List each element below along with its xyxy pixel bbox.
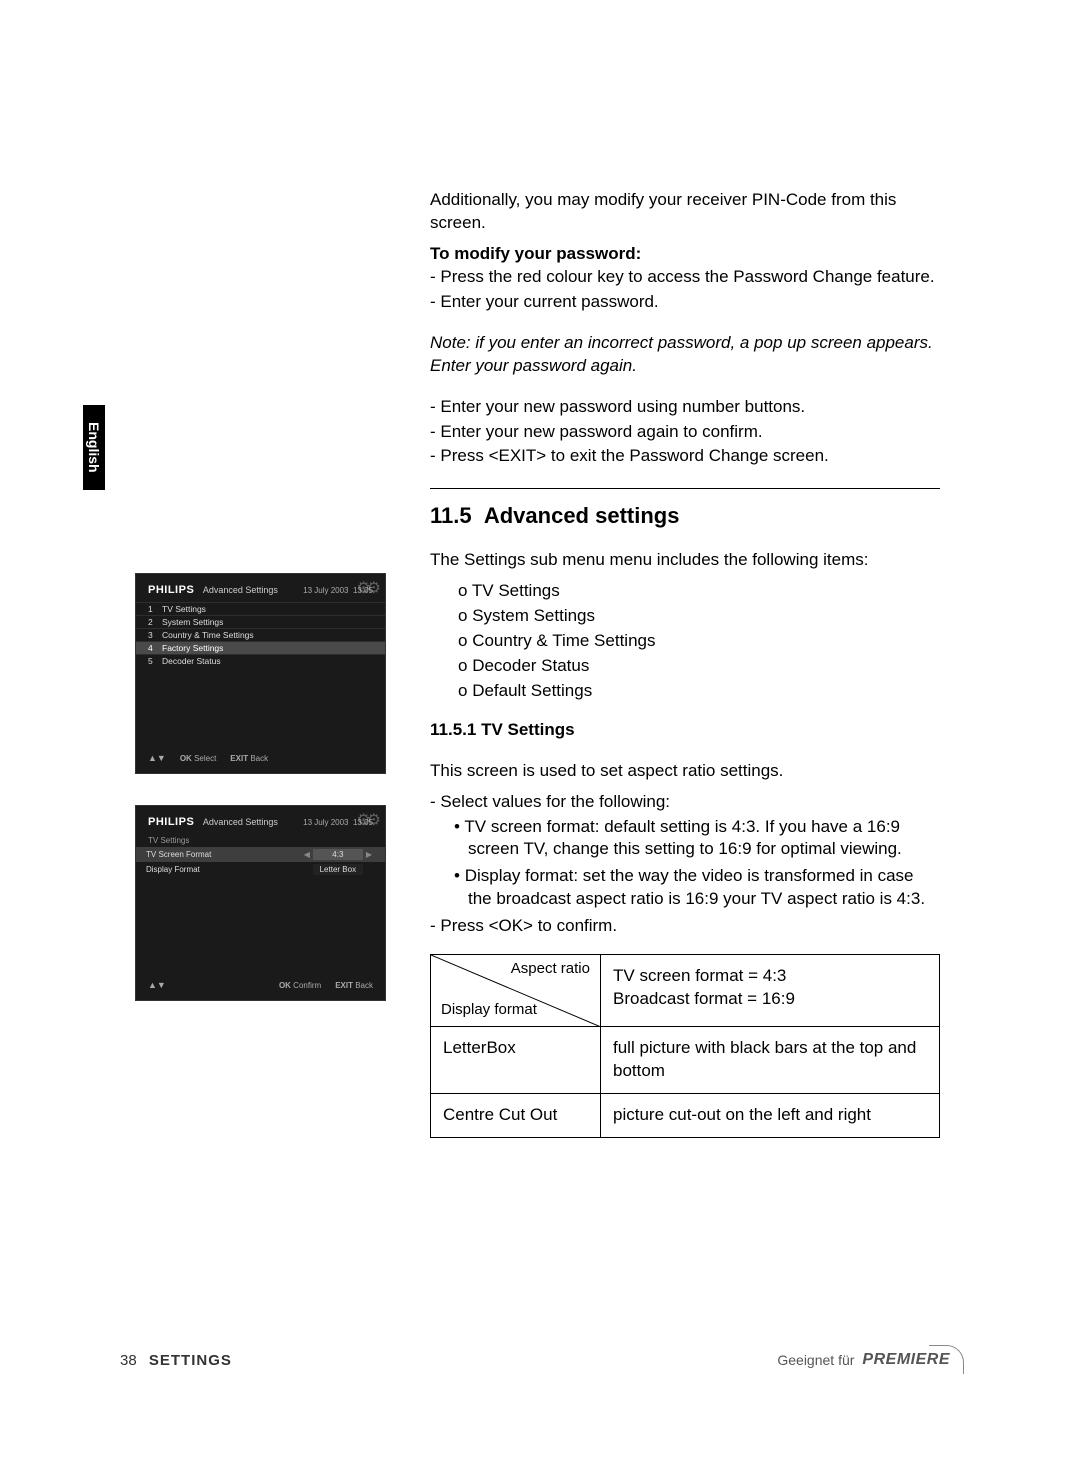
right-arrow-icon: ▶: [363, 850, 375, 859]
tv-screen-format-line: TV screen format = 4:3: [613, 966, 786, 985]
diag-bot-label: Display format: [441, 1000, 537, 1020]
ss1-date: 13 July 2003: [303, 586, 348, 595]
ss1-brand: PHILIPS: [148, 584, 194, 596]
list-item: Decoder Status: [458, 655, 940, 678]
ss2-opt2-val: Letter Box: [313, 864, 363, 875]
diag-top-label: Aspect ratio: [511, 959, 590, 979]
list-item: Country & Time Settings: [458, 630, 940, 653]
geeignet-label: Geeignet für: [777, 1352, 854, 1368]
menu-row: 1TV Settings: [136, 602, 385, 615]
updown-icon: ▲▼: [148, 753, 166, 763]
menu-row: 5Decoder Status: [136, 654, 385, 667]
list-item: Press the red colour key to access the P…: [444, 266, 940, 289]
section-heading: 11.5 Advanced settings: [430, 501, 940, 531]
section-title: Advanced settings: [484, 503, 680, 528]
ss2-opt1-label: TV Screen Format: [146, 850, 301, 859]
list-item: System Settings: [458, 605, 940, 628]
gears-icon: ⚙⚙: [356, 578, 377, 598]
ss2-title: Advanced Settings: [203, 817, 278, 827]
screenshot-advanced-settings: ⚙⚙ PHILIPS Advanced Settings 13 July 200…: [135, 573, 386, 774]
letterbox-desc: full picture with black bars at the top …: [601, 1027, 940, 1094]
ss1-back: Back: [250, 754, 268, 763]
updown-icon: ▲▼: [148, 980, 166, 990]
list-item: Display format: set the way the video is…: [468, 865, 940, 911]
table-header-diagonal: Aspect ratio Display format: [431, 955, 601, 1027]
ss2-opt1: TV Screen Format ◀ 4:3 ▶: [136, 847, 385, 862]
menu-row: 2System Settings: [136, 615, 385, 628]
list-item: Default Settings: [458, 680, 940, 703]
ss2-opt2-label: Display Format: [146, 865, 301, 874]
ss2-sub: TV Settings: [136, 834, 385, 847]
subsection-title: TV Settings: [481, 720, 575, 739]
section-divider: [430, 488, 940, 489]
intro-text: Additionally, you may modify your receiv…: [430, 189, 940, 235]
centre-cut-label: Centre Cut Out: [431, 1094, 601, 1138]
screenshot-tv-settings: ⚙⚙ PHILIPS Advanced Settings 13 July 200…: [135, 805, 386, 1001]
subsection-number: 11.5.1: [430, 720, 476, 739]
ss2-opt1-val: 4:3: [313, 849, 363, 860]
list-item: TV Settings: [458, 580, 940, 603]
ss2-date: 13 July 2003: [303, 818, 348, 827]
main-content: Additionally, you may modify your receiv…: [430, 189, 940, 1138]
ss1-ok: OK: [180, 754, 192, 763]
menu-row: 4Factory Settings: [136, 641, 385, 654]
subsection-heading: 11.5.1 TV Settings: [430, 719, 940, 742]
language-tab: English: [83, 405, 105, 490]
letterbox-label: LetterBox: [431, 1027, 601, 1094]
footer-title: SETTINGS: [149, 1352, 232, 1369]
ss2-opt2: Display Format ◀ Letter Box ▶: [136, 862, 385, 877]
gears-icon: ⚙⚙: [356, 810, 377, 830]
premiere-logo: PREMIERE: [862, 1351, 960, 1369]
ss1-title: Advanced Settings: [203, 585, 278, 595]
ss2-footer: ▲▼ OK Confirm EXIT Back: [136, 976, 385, 994]
left-arrow-icon: ◀: [301, 850, 313, 859]
modify-heading: To modify your password:: [430, 243, 940, 266]
centre-cut-desc: picture cut-out on the left and right: [601, 1094, 940, 1138]
list-item: Press <EXIT> to exit the Password Change…: [444, 445, 940, 468]
list-item: Enter your new password using number but…: [444, 396, 940, 419]
subsection-intro: This screen is used to set aspect ratio …: [430, 760, 940, 783]
press-ok-line: Press <OK> to confirm.: [444, 915, 940, 938]
aspect-ratio-table: Aspect ratio Display format TV screen fo…: [430, 954, 940, 1138]
ss2-exit: EXIT: [335, 981, 353, 990]
page-number: 38: [120, 1352, 137, 1369]
note-text: Note: if you enter an incorrect password…: [430, 332, 940, 378]
ss2-brand: PHILIPS: [148, 816, 194, 828]
page-footer: 38 SETTINGS Geeignet für PREMIERE: [120, 1351, 960, 1369]
section-number: 11.5: [430, 503, 472, 528]
list-item: Enter your new password again to confirm…: [444, 421, 940, 444]
broadcast-format-line: Broadcast format = 16:9: [613, 989, 795, 1008]
ss2-confirm: Confirm: [293, 981, 321, 990]
ss1-exit: EXIT: [230, 754, 248, 763]
ss1-select: Select: [194, 754, 216, 763]
menu-row: 3Country & Time Settings: [136, 628, 385, 641]
section-intro: The Settings sub menu menu includes the …: [430, 549, 940, 572]
ss2-back: Back: [355, 981, 373, 990]
ss2-ok: OK: [279, 981, 291, 990]
ss1-footer: ▲▼ OK Select EXIT Back: [136, 749, 385, 767]
list-item: Enter your current password.: [444, 291, 940, 314]
list-item: TV screen format: default setting is 4:3…: [468, 816, 940, 862]
select-values-line: Select values for the following:: [444, 791, 940, 814]
table-header-right: TV screen format = 4:3 Broadcast format …: [601, 955, 940, 1027]
